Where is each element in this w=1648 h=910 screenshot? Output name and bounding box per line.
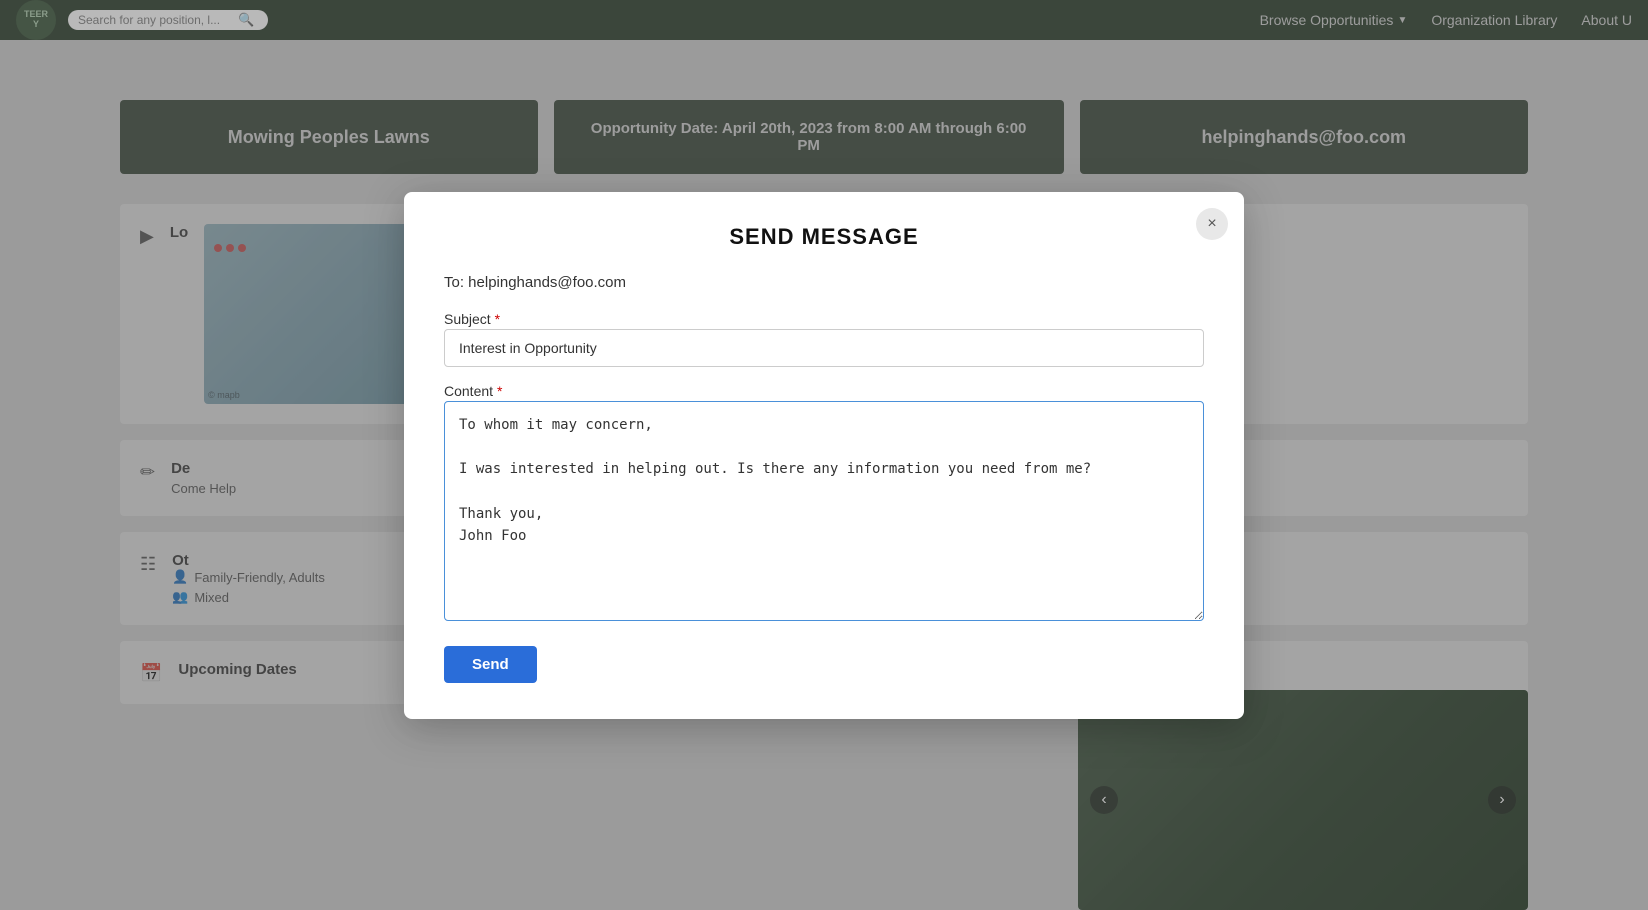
modal-recipient: To: helpinghands@foo.com <box>444 274 1204 291</box>
content-textarea[interactable]: To whom it may concern, I was interested… <box>444 401 1204 621</box>
modal-title: SEND MESSAGE <box>444 224 1204 250</box>
subject-required-star: * <box>495 311 500 327</box>
content-field-label: Content * <box>444 383 502 399</box>
subject-input[interactable] <box>444 329 1204 367</box>
send-message-modal: × SEND MESSAGE To: helpinghands@foo.com … <box>404 192 1244 719</box>
content-required-star: * <box>497 383 502 399</box>
modal-close-button[interactable]: × <box>1196 208 1228 240</box>
send-button[interactable]: Send <box>444 646 537 683</box>
subject-field-label: Subject * <box>444 311 500 327</box>
modal-overlay: × SEND MESSAGE To: helpinghands@foo.com … <box>0 0 1648 910</box>
